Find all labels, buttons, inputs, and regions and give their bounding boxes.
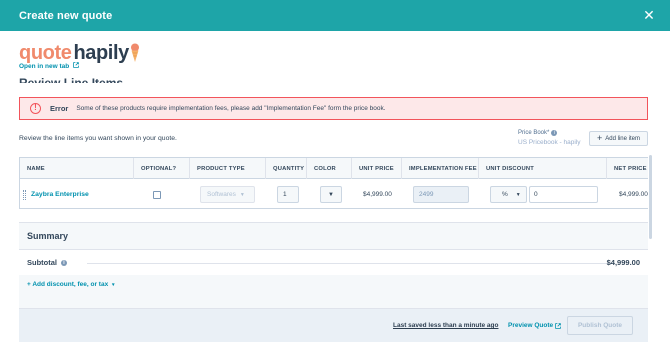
external-link-icon — [73, 62, 79, 68]
instructions-text: Review the line items you want shown in … — [19, 135, 177, 142]
subtotal-row: Subtotal i $4,999.00 — [19, 249, 648, 275]
price-book-value: US Pricebook - hapily — [518, 139, 581, 146]
section-title: Review Line Items — [19, 76, 124, 83]
error-message: Some of these products require implement… — [76, 105, 386, 112]
external-link-icon — [555, 322, 561, 329]
column-header-optional[interactable]: OPTIONAL? — [134, 158, 190, 179]
column-header-unit-discount[interactable]: UNIT DISCOUNT — [479, 158, 607, 179]
column-header-color[interactable]: COLOR — [307, 158, 352, 179]
add-line-item-button[interactable]: + Add line item — [589, 131, 648, 146]
subtotal-value: $4,999.00 — [606, 258, 640, 267]
logo-word-hapily: hapily — [73, 42, 129, 64]
preview-quote-label: Preview Quote — [508, 322, 554, 329]
summary-panel: Summary Subtotal i $4,999.00 + Add disco… — [19, 222, 648, 312]
chevron-down-icon: ▾ — [112, 282, 115, 288]
product-type-select: Softwares ▼ — [200, 186, 255, 203]
net-price-value: $4,999.00 — [619, 191, 648, 198]
column-header-net-price[interactable]: NET PRICE — [607, 158, 648, 179]
column-header-quantity[interactable]: QUANTITY — [266, 158, 307, 179]
cell-color: ▼ — [320, 179, 342, 208]
summary-title: Summary — [27, 231, 69, 241]
add-line-item-label: Add line item — [605, 135, 640, 142]
cell-optional — [153, 179, 161, 208]
column-header-unit-price[interactable]: UNIT PRICE — [352, 158, 402, 179]
modal-header: Create new quote ✕ — [0, 0, 670, 31]
discount-value-input[interactable]: 0 — [529, 186, 598, 203]
chevron-down-icon: ▼ — [328, 191, 334, 198]
column-header-name[interactable]: NAME — [20, 158, 134, 179]
info-icon[interactable]: i — [551, 130, 558, 136]
column-header-product-type[interactable]: PRODUCT TYPE — [190, 158, 266, 179]
discount-type-value: % — [502, 191, 508, 198]
cell-unit-discount: % ▼ 0 — [490, 179, 598, 208]
info-icon[interactable]: i — [61, 259, 67, 266]
divider — [87, 263, 612, 264]
cell-quantity: 1 — [277, 179, 299, 208]
drag-handle-icon[interactable] — [23, 190, 26, 200]
implementation-fee-input: 2499 — [413, 186, 469, 203]
close-icon[interactable]: ✕ — [641, 7, 657, 23]
modal-footer: Last saved less than a minute ago Previe… — [19, 308, 648, 342]
modal-title: Create new quote — [19, 9, 113, 22]
preview-quote-link[interactable]: Preview Quote — [508, 322, 561, 329]
cell-product-type: Softwares ▼ — [200, 179, 255, 208]
ice-cream-cone-icon — [130, 43, 139, 62]
price-book-field[interactable]: Price Book* i US Pricebook - hapily — [518, 130, 581, 146]
color-select[interactable]: ▼ — [320, 186, 342, 203]
discount-type-select[interactable]: % ▼ — [490, 186, 527, 203]
create-quote-modal: Create new quote ✕ quote hapily Open in … — [0, 0, 670, 342]
error-banner: ! Error Some of these products require i… — [19, 97, 648, 120]
add-discount-fee-tax-link[interactable]: + Add discount, fee, or tax ▾ — [27, 281, 115, 288]
product-type-value: Softwares — [207, 191, 236, 198]
table-header: NAME OPTIONAL? PRODUCT TYPE QUANTITY COL… — [20, 158, 648, 179]
open-in-new-tab-label: Open in new tab — [19, 63, 70, 70]
last-saved-link[interactable]: Last saved less than a minute ago — [393, 322, 498, 329]
plus-icon: + — [597, 133, 603, 143]
vertical-scrollbar[interactable] — [649, 155, 652, 239]
unit-price-value: $4,999.00 — [363, 191, 392, 198]
chevron-down-icon: ▼ — [239, 191, 245, 198]
open-in-new-tab-link[interactable]: Open in new tab — [19, 62, 79, 70]
subtotal-label-group: Subtotal i — [27, 258, 67, 267]
chevron-down-icon: ▼ — [515, 191, 521, 198]
add-discount-label: + Add discount, fee, or tax — [27, 281, 109, 288]
column-header-implementation-fee[interactable]: IMPLEMENTATION FEE — [402, 158, 479, 179]
cell-unit-price: $4,999.00 — [363, 179, 392, 208]
optional-checkbox[interactable] — [153, 190, 161, 199]
cell-net-price: $4,999.00 — [619, 179, 648, 208]
product-name-link[interactable]: Zaybra Enterprise — [31, 191, 89, 198]
table-row: Zaybra Enterprise Softwares ▼ 1 ▼ $4,999… — [20, 179, 648, 208]
price-book-label-row: Price Book* i — [518, 130, 581, 136]
error-label: Error — [50, 104, 69, 113]
price-book-label: Price Book* — [518, 130, 550, 136]
publish-quote-button[interactable]: Publish Quote — [567, 316, 633, 335]
line-items-table: NAME OPTIONAL? PRODUCT TYPE QUANTITY COL… — [19, 157, 648, 209]
error-icon: ! — [30, 103, 41, 114]
subtotal-label: Subtotal — [27, 258, 57, 267]
cell-implementation-fee: 2499 — [413, 179, 469, 208]
quantity-input[interactable]: 1 — [277, 186, 299, 203]
cell-name: Zaybra Enterprise — [31, 179, 89, 208]
